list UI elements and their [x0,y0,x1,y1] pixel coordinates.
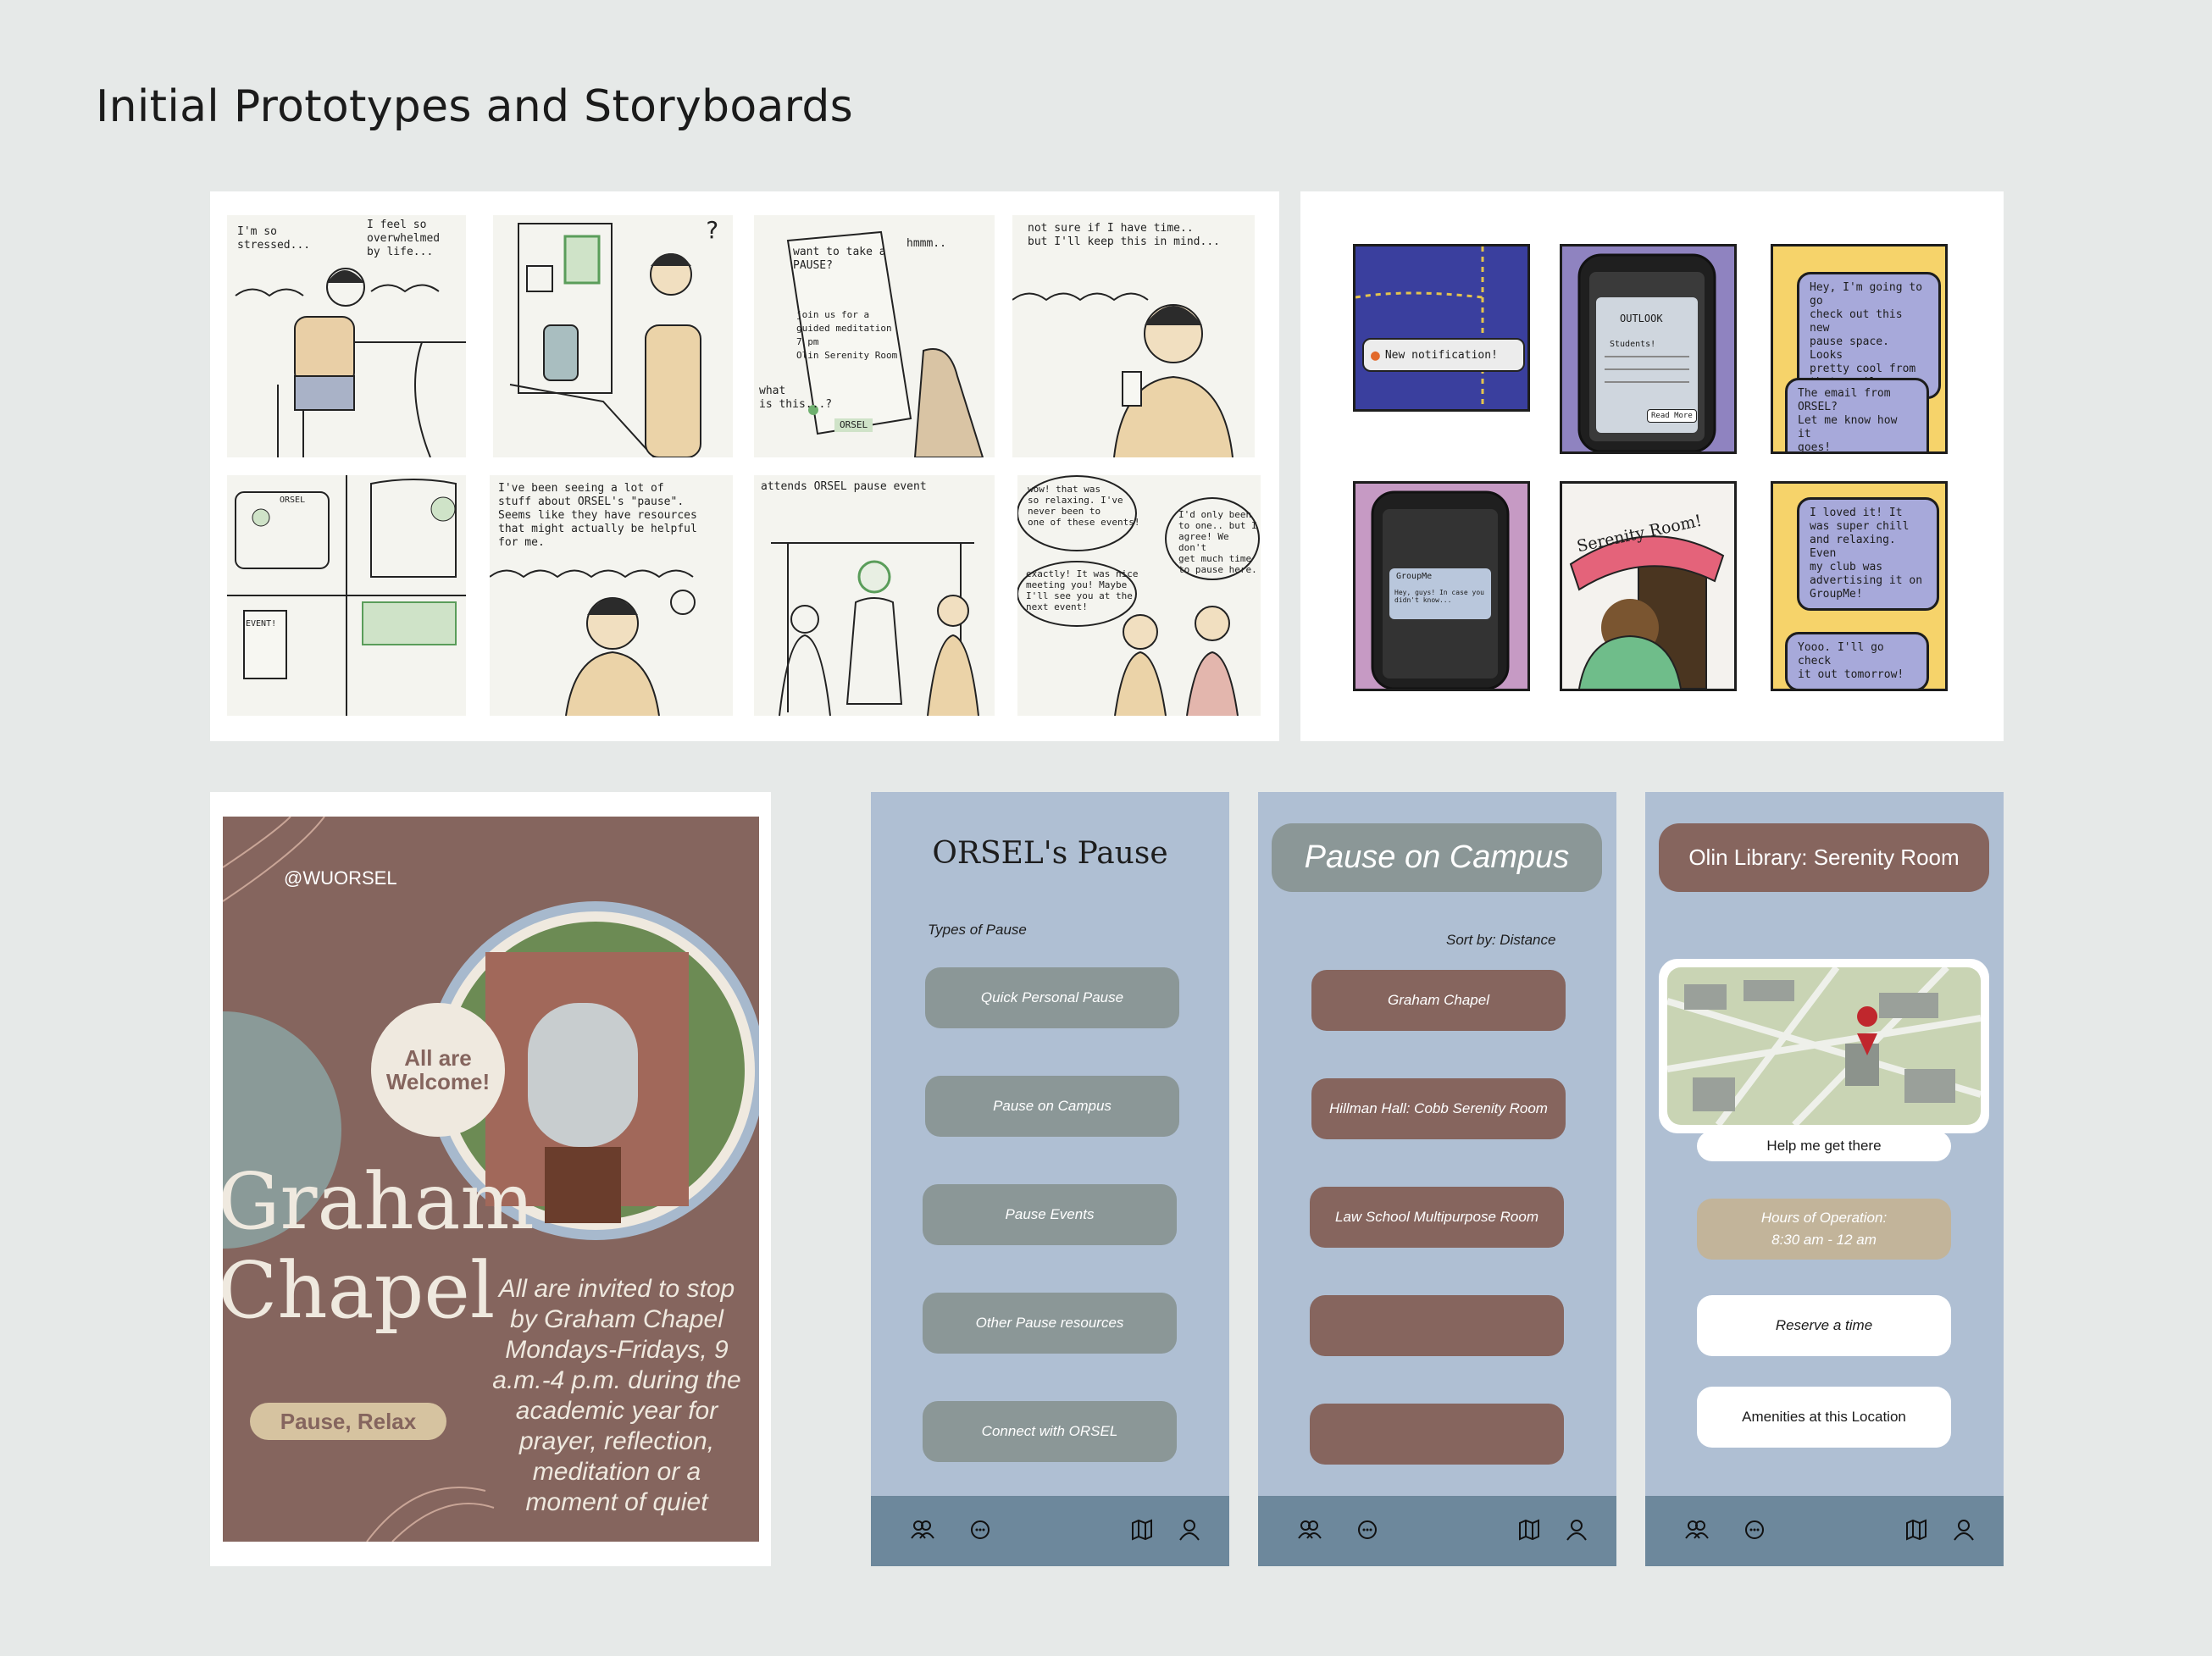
profile-icon[interactable] [1950,1516,1977,1543]
chat-icon[interactable] [967,1516,994,1543]
question-mark: ? [705,216,719,244]
hours-of-operation: Hours of Operation: 8:30 am - 12 am [1697,1199,1951,1260]
poster-title-line-2: Chapel [223,1245,496,1336]
notification-banner: ● New notification! [1362,338,1525,372]
comic-frame-chat-2: I loved it! It was super chill and relax… [1771,481,1948,691]
pause-on-campus-button[interactable]: Pause on Campus [925,1076,1179,1137]
bottom-nav [871,1496,1229,1566]
section-label: Types of Pause [928,922,1027,938]
thought-caption: hmmm.. [906,237,946,250]
screen-header: Pause on Campus [1272,823,1602,892]
location-placeholder[interactable] [1310,1404,1564,1465]
welcome-badge: All are Welcome! [371,1003,505,1137]
storyboard-frame-5: ORSEL EVENT! [227,475,466,716]
poster-title-line-1: Graham [223,1156,535,1247]
pause-event-sketch [771,542,979,716]
orsel-sticker: ORSEL [280,496,306,505]
comic-frame-notification: ● New notification! [1353,244,1530,412]
storyboard-frame-3: want to take a PAUSE? join us for a guid… [754,215,995,457]
phone-screen-orsels-pause: ORSEL's Pause Types of Pause Quick Perso… [871,792,1229,1566]
location-law-school[interactable]: Law School Multipurpose Room [1310,1187,1564,1248]
map-book-icon[interactable] [1516,1516,1543,1543]
profile-icon[interactable] [1563,1516,1590,1543]
map-book-icon[interactable] [1128,1516,1156,1543]
chat-bubble: I loved it! It was super chill and relax… [1797,497,1939,611]
speech-caption: I'd only been to one.. but I agree! We d… [1178,509,1257,575]
orsel-tag: ORSEL [834,418,873,432]
storyboard-frame-7: attends ORSEL pause event [754,475,995,716]
bottom-nav [1645,1496,2004,1566]
thought-caption: I've been seeing a lot of stuff about OR… [498,482,697,549]
thought-caption: what is this...? [759,385,833,411]
hours-value: 8:30 am - 12 am [1771,1232,1877,1248]
reserve-a-time-button[interactable]: Reserve a time [1697,1295,1951,1356]
speech-caption: exactly! It was nice meeting you! Maybe … [1026,568,1139,612]
location-graham-chapel[interactable]: Graham Chapel [1311,970,1566,1031]
phone-illustration [1371,490,1510,689]
comic-frame-serenity-room: Serenity Room! [1560,481,1737,691]
campus-map[interactable] [1667,967,1981,1125]
comic-frame-chat-1: Hey, I'm going to go check out this new … [1771,244,1948,454]
pause-relax-tag: Pause, Relax [250,1403,446,1440]
read-more-button: Read More [1647,409,1697,423]
groupme-label: GroupMe [1396,572,1433,581]
profile-icon[interactable] [1176,1516,1203,1543]
graham-chapel-poster: @WUORSEL All are Welcome! Graham Chapel … [223,817,759,1542]
chat-icon[interactable] [1741,1516,1768,1543]
notification-text: New notification! [1384,348,1498,362]
thought-caption: I feel so overwhelmed by life... [367,219,441,258]
storyboard-frame-1: I'm so stressed... I feel so overwhelmed… [227,215,466,457]
amenities-button[interactable]: Amenities at this Location [1697,1387,1951,1448]
storyboard-panel: I'm so stressed... I feel so overwhelmed… [210,191,1279,741]
speech-caption: wow! that was so relaxing. I've never be… [1028,484,1140,528]
storyboard-frame-4: not sure if I have time.. but I'll keep … [1012,215,1255,457]
caption: attends ORSEL pause event [761,480,927,493]
pause-events-button[interactable]: Pause Events [923,1184,1177,1245]
help-me-get-there-button[interactable]: Help me get there [1697,1131,1951,1161]
page-title: Initial Prototypes and Storyboards [96,81,854,132]
comic-panel: ● New notification! OUTLOOK Students! Re… [1300,191,2004,741]
groupme-message: Hey, guys! In case you didn't know... [1394,589,1484,604]
community-icon[interactable] [908,1516,935,1543]
bell-icon: ● [1371,346,1380,364]
location-placeholder[interactable] [1310,1295,1564,1356]
sort-label[interactable]: Sort by: Distance [1446,932,1555,949]
other-pause-resources-button[interactable]: Other Pause resources [923,1293,1177,1354]
student-holding-flyer-sketch [1012,292,1234,457]
poster-description: All are invited to stop by Graham Chapel… [492,1275,741,1516]
location-hillman-hall[interactable]: Hillman Hall: Cobb Serenity Room [1311,1078,1566,1139]
flyer-headline: want to take a PAUSE? [793,246,886,272]
storyboard-frame-6: I've been seeing a lot of stuff about OR… [490,475,733,716]
comic-frame-email: OUTLOOK Students! Read More [1560,244,1737,454]
community-icon[interactable] [1295,1516,1322,1543]
thought-caption: I'm so stressed... [237,225,311,252]
storyboard-frame-2: ? [493,215,733,457]
storyboard-frame-8: wow! that was so relaxing. I've never be… [1017,475,1261,716]
map-book-icon[interactable] [1903,1516,1930,1543]
event-flyer: EVENT! [246,619,277,629]
comic-frame-groupme: GroupMe Hey, guys! In case you didn't kn… [1353,481,1530,691]
jeans-pocket-illustration [1355,246,1527,409]
app-title: ORSEL's Pause [932,836,1168,871]
community-icon[interactable] [1683,1516,1710,1543]
thought-caption: not sure if I have time.. but I'll keep … [1028,222,1220,248]
screen-header: Olin Library: Serenity Room [1659,823,1989,892]
chat-bubble: Yooo. I'll go check it out tomorrow! [1785,632,1929,689]
bottom-nav [1258,1496,1616,1566]
phone-screen-serenity-room: Olin Library: Serenity Room Help me get … [1645,792,2004,1566]
bulletin-board-sketch [509,223,701,457]
door-illustration [1569,535,1725,689]
email-body: Students! [1610,340,1656,349]
map-card[interactable] [1659,959,1989,1133]
email-app-label: OUTLOOK [1620,313,1663,324]
chat-icon[interactable] [1354,1516,1381,1543]
poster-handle: @WUORSEL [284,867,397,889]
campus-advertising-sketch [227,475,466,716]
connect-with-orsel-button[interactable]: Connect with ORSEL [923,1401,1177,1462]
quick-personal-pause-button[interactable]: Quick Personal Pause [925,967,1179,1028]
phone-screen-pause-on-campus: Pause on Campus Sort by: Distance Graham… [1258,792,1616,1566]
flyer-details: join us for a guided meditation 7 pm Oli… [796,309,898,361]
hours-label: Hours of Operation: [1760,1210,1888,1226]
chat-bubble: The email from ORSEL? Let me know how it… [1785,378,1929,451]
